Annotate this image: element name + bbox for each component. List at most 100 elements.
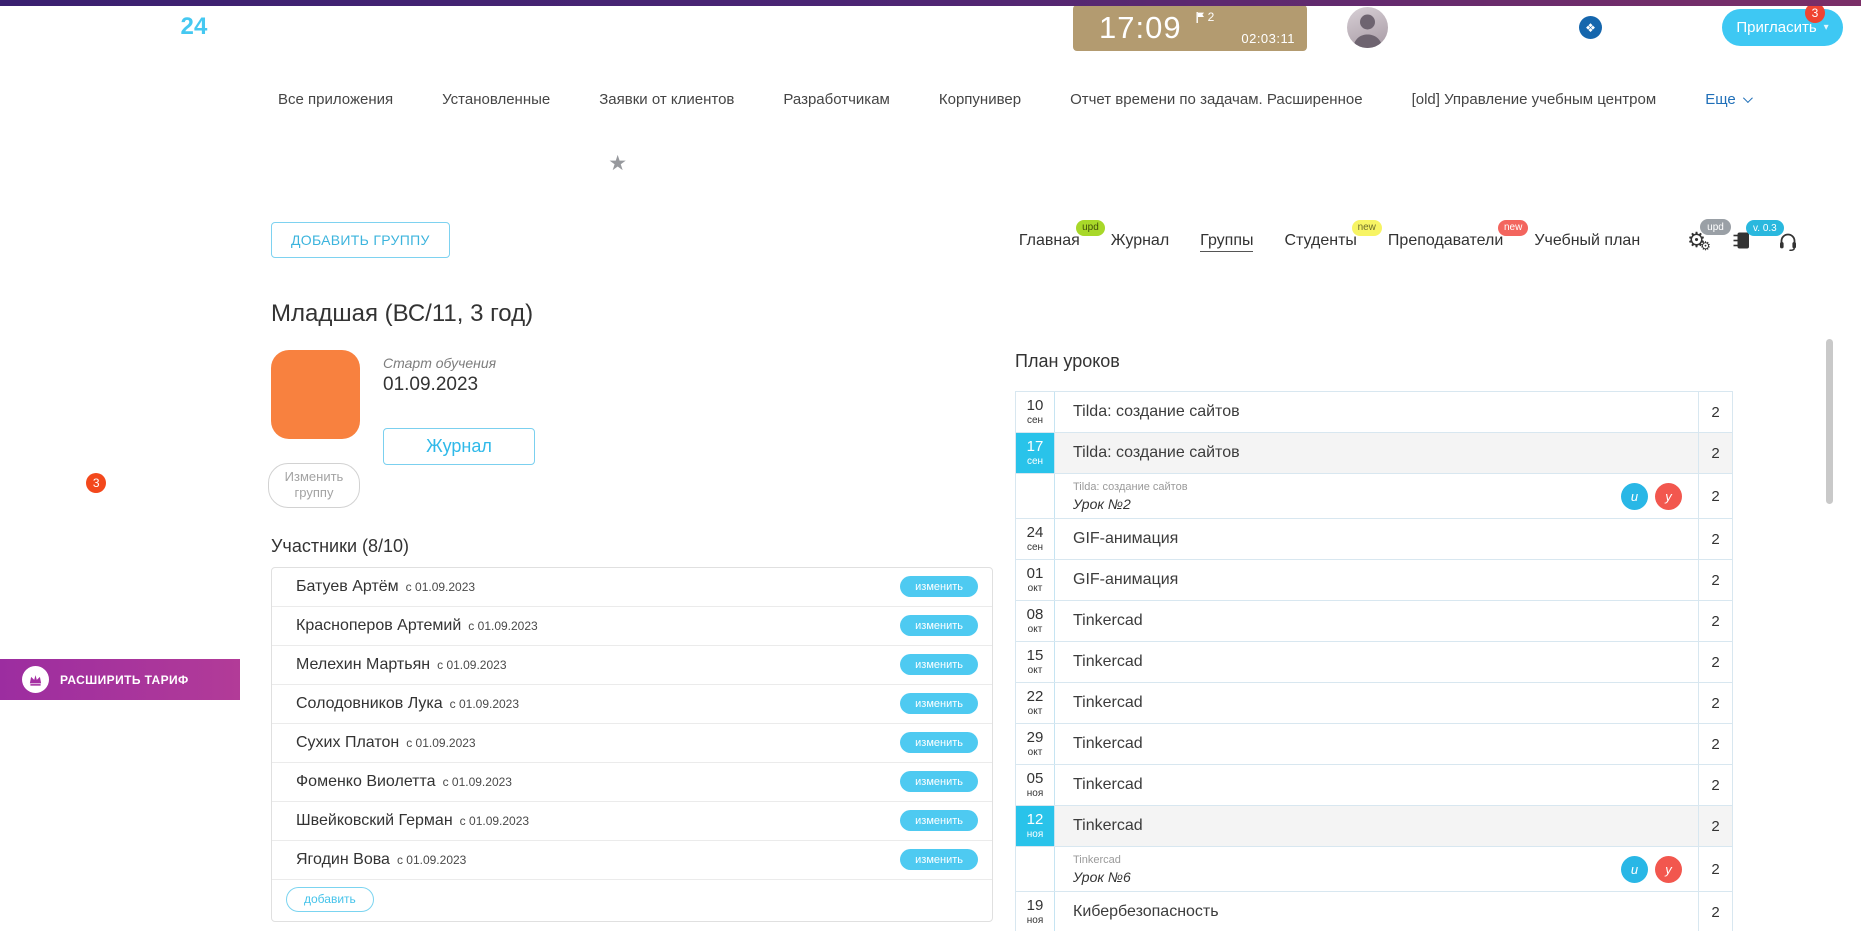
- support-headset-icon[interactable]: [1778, 231, 1798, 251]
- main-area: Все приложения Установленные Заявки от к…: [240, 55, 1838, 931]
- inner-tab[interactable]: Журнал: [1111, 232, 1169, 250]
- inner-tab[interactable]: Учебный план: [1534, 232, 1640, 250]
- lesson-date-cell: 19 ноя: [1016, 892, 1055, 931]
- search-input[interactable]: [245, 20, 885, 37]
- sidebar-item[interactable]: КЭДО: [0, 393, 240, 429]
- lesson-subject: Tilda: создание сайтов: [1073, 444, 1240, 462]
- inner-tabs: Главная upd Журнал Группы Студент: [1019, 222, 1798, 251]
- chevron-down-icon: ▾: [1696, 22, 1701, 33]
- lesson-row[interactable]: 19 ноя Кибербезопасность 2: [1016, 892, 1732, 931]
- lesson-row[interactable]: 24 сен GIF-анимация 2: [1016, 519, 1732, 560]
- inner-tab[interactable]: Главная upd: [1019, 232, 1080, 250]
- sidebar-footer-item[interactable]: НАСТРОИТЬ МЕНЮ: [0, 589, 240, 620]
- sidebar-item[interactable]: BI Конструктор: [0, 429, 240, 465]
- participant-edit-button[interactable]: изменить: [900, 771, 978, 792]
- app-tab[interactable]: Отчет времени по задачам. Расширенное: [1070, 91, 1363, 108]
- lesson-row[interactable]: Tinkercad Урок №6 и у 2: [1016, 847, 1732, 892]
- lesson-row[interactable]: 10 сен Tilda: создание сайтов 2: [1016, 392, 1732, 433]
- add-group-button[interactable]: ДОБАВИТЬ ГРУППУ: [271, 222, 450, 258]
- sidebar-item[interactable]: [old] Управление учебн...: [0, 321, 240, 357]
- upgrade-tariff-banner[interactable]: РАСШИРИТЬ ТАРИФ: [0, 659, 240, 700]
- inner-tab[interactable]: Преподаватели new: [1388, 232, 1503, 250]
- participant-edit-button[interactable]: изменить: [900, 576, 978, 597]
- inner-tab[interactable]: Студенты new: [1284, 232, 1356, 250]
- lesson-date-cell: 01 окт: [1016, 560, 1055, 600]
- sidebar-footer-item[interactable]: ПРИГЛАСИТЬ СОТРУДНИКОВ: [0, 620, 240, 651]
- participant-edit-button[interactable]: изменить: [900, 693, 978, 714]
- participant-edit-button[interactable]: изменить: [900, 615, 978, 636]
- search-icon[interactable]: [885, 20, 902, 37]
- favorite-star-icon[interactable]: ★: [608, 151, 627, 176]
- add-participant-button[interactable]: добавить: [286, 887, 374, 912]
- lesson-row[interactable]: 08 окт Tinkercad 2: [1016, 601, 1732, 642]
- lesson-row[interactable]: 17 сен Tilda: создание сайтов 2: [1016, 433, 1732, 474]
- user-menu[interactable]: Ян Швейковский ▾: [1401, 18, 1537, 36]
- sidebar-item[interactable]: Задачи и Проекты: [0, 105, 240, 141]
- user-avatar[interactable]: [1347, 7, 1388, 48]
- sidebar-footer-item[interactable]: КАРТА САЙТА: [0, 558, 240, 589]
- sidebar-item[interactable]: Отчет времени по задач...: [0, 141, 240, 177]
- lesson-delete-button[interactable]: у: [1655, 856, 1682, 883]
- sidebar-item[interactable]: Финансовый учет: [0, 177, 240, 213]
- participant-edit-button[interactable]: изменить: [900, 810, 978, 831]
- participants-list: Батуев Артём с 01.09.2023 изменить Красн…: [271, 567, 993, 922]
- lesson-row[interactable]: 12 ноя Tinkercad 2: [1016, 806, 1732, 847]
- lesson-date-cell: 17 сен: [1016, 433, 1055, 473]
- sidebar-item-label: [old] Управление учебн...: [36, 331, 209, 348]
- window-top-strip: [0, 0, 1861, 6]
- participant-edit-button[interactable]: изменить: [900, 654, 978, 675]
- sidebar-footer-item[interactable]: ПОМОЩЬ: [0, 527, 240, 558]
- sidebar-item-label: CRM: [36, 79, 70, 96]
- participant-since: с 01.09.2023: [468, 619, 537, 633]
- module-chip-icon[interactable]: v. 0.3: [1733, 231, 1751, 250]
- app-tab-more[interactable]: Еще: [1705, 91, 1750, 108]
- sidebar-item[interactable]: Seller: прогнозирование...: [0, 249, 240, 285]
- sidebar-item-label: BI Конструктор: [36, 439, 140, 456]
- lesson-delete-button[interactable]: у: [1655, 483, 1682, 510]
- settings-upd-badge: upd: [1700, 219, 1731, 235]
- lesson-row[interactable]: 29 окт Tinkercad 2: [1016, 724, 1732, 765]
- lesson-row[interactable]: 22 окт Tinkercad 2: [1016, 683, 1732, 724]
- sidebar-item[interactable]: CRM: [0, 69, 240, 105]
- lesson-hours: 2: [1699, 642, 1732, 682]
- participant-row: Батуев Артём с 01.09.2023 изменить: [272, 568, 992, 607]
- app-tab[interactable]: Разработчикам: [783, 91, 889, 108]
- journal-button[interactable]: Журнал: [383, 428, 535, 465]
- brand-logo[interactable]: VJ Studio24: [62, 13, 208, 41]
- lesson-subject: Кибербезопасность: [1073, 903, 1219, 921]
- app-tab[interactable]: Заявки от клиентов: [599, 91, 734, 108]
- invite-button[interactable]: Пригласить ▾ 3: [1722, 9, 1843, 46]
- lesson-row[interactable]: 01 окт GIF-анимация 2: [1016, 560, 1732, 601]
- lesson-hours: 2: [1699, 892, 1732, 931]
- sliders-icon[interactable]: [213, 19, 231, 40]
- lesson-row[interactable]: 05 ноя Tinkercad 2: [1016, 765, 1732, 806]
- app-tab[interactable]: Корпунивер: [939, 91, 1021, 108]
- app-tab[interactable]: [old] Управление учебным центром: [1412, 91, 1657, 108]
- app-tab[interactable]: Все приложения: [278, 91, 393, 108]
- app-tab[interactable]: Установленные: [442, 91, 550, 108]
- settings-gears-icon[interactable]: ⚙ ⚙ upd: [1687, 230, 1706, 251]
- sidebar-item[interactable]: План продаж: [0, 285, 240, 321]
- lesson-detail-name: Урок №2: [1073, 496, 1188, 512]
- sidebar-item[interactable]: Ещё ▾ 3: [0, 465, 240, 501]
- edit-group-button[interactable]: Изменить группу: [268, 463, 360, 508]
- participant-row: Солодовников Лука с 01.09.2023 изменить: [272, 685, 992, 724]
- lesson-subject: Tinkercad: [1073, 817, 1143, 835]
- sidebar-item[interactable]: Группы: [0, 357, 240, 393]
- participant-edit-button[interactable]: изменить: [900, 849, 978, 870]
- lesson-edit-button[interactable]: и: [1621, 483, 1648, 510]
- planner-clock-widget[interactable]: 17:09 2 02:03:11: [1073, 5, 1307, 51]
- participant-name: Сухих Платон: [296, 734, 399, 752]
- lesson-edit-button[interactable]: и: [1621, 856, 1648, 883]
- invite-badge: 3: [1805, 3, 1825, 23]
- participant-edit-button[interactable]: изменить: [900, 732, 978, 753]
- sidebar-item[interactable]: Управление учебным ц...: [16, 213, 240, 249]
- my-tariff-button[interactable]: ❖ Мой тариф ▾: [1572, 11, 1715, 44]
- vertical-scrollbar[interactable]: [1826, 339, 1833, 504]
- lesson-row[interactable]: Tilda: создание сайтов Урок №2 и у 2: [1016, 474, 1732, 519]
- lesson-row[interactable]: 15 окт Tinkercad 2: [1016, 642, 1732, 683]
- lesson-subject: Tinkercad: [1073, 694, 1143, 712]
- hamburger-menu-icon[interactable]: [24, 21, 46, 39]
- participant-name: Красноперов Артемий: [296, 617, 461, 635]
- inner-tab[interactable]: Группы: [1200, 232, 1253, 250]
